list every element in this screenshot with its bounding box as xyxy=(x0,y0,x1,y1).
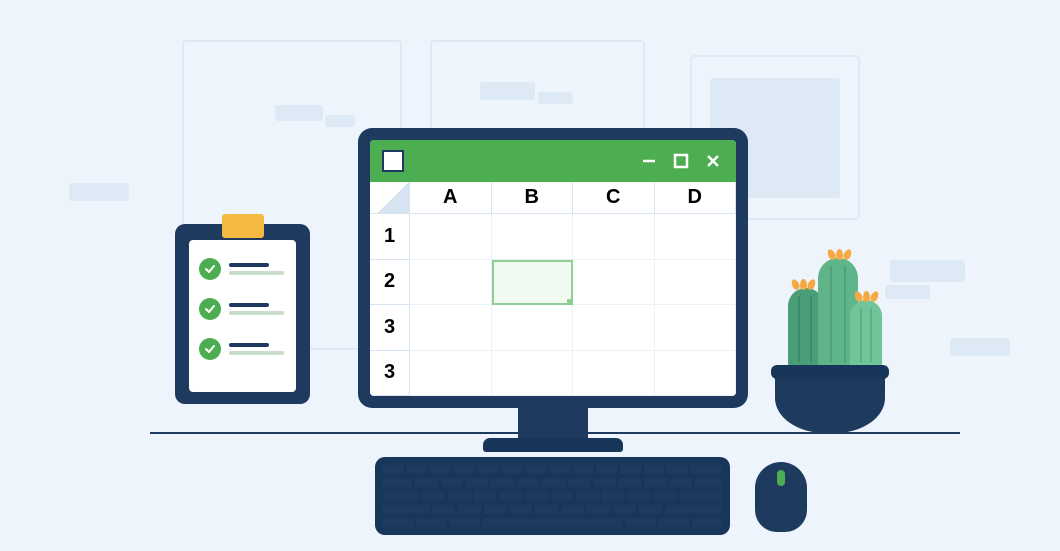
cell-a1[interactable] xyxy=(410,214,492,260)
minimize-button[interactable] xyxy=(638,150,660,172)
spreadsheet-window: A B C D 1 2 3 3 xyxy=(370,140,736,396)
checklist-item xyxy=(199,338,286,360)
cell-d1[interactable] xyxy=(655,214,737,260)
clipboard-paper xyxy=(189,240,296,392)
keyboard xyxy=(375,457,730,535)
maximize-button[interactable] xyxy=(670,150,692,172)
bg-block xyxy=(885,285,930,299)
column-header-b[interactable]: B xyxy=(492,182,574,214)
cell-d4[interactable] xyxy=(655,351,737,397)
cell-a4[interactable] xyxy=(410,351,492,397)
column-header-c[interactable]: C xyxy=(573,182,655,214)
cell-a2[interactable] xyxy=(410,260,492,306)
cactus xyxy=(850,300,882,370)
clipboard-clip xyxy=(222,214,264,238)
cell-c1[interactable] xyxy=(573,214,655,260)
cell-a3[interactable] xyxy=(410,305,492,351)
bg-block xyxy=(275,105,323,121)
cell-b4[interactable] xyxy=(492,351,574,397)
flower-icon xyxy=(792,279,815,290)
cell-d2[interactable] xyxy=(655,260,737,306)
bg-block xyxy=(538,92,573,104)
cell-b3[interactable] xyxy=(492,305,574,351)
cell-c2[interactable] xyxy=(573,260,655,306)
bg-block xyxy=(890,260,965,282)
row-header-1[interactable]: 1 xyxy=(370,214,410,260)
checkmark-icon xyxy=(199,338,221,360)
flower-icon xyxy=(855,291,878,302)
row-header-2[interactable]: 2 xyxy=(370,260,410,306)
clipboard xyxy=(175,224,310,404)
checkmark-icon xyxy=(199,258,221,280)
plant-pot xyxy=(775,365,885,433)
row-header-3[interactable]: 3 xyxy=(370,305,410,351)
column-header-d[interactable]: D xyxy=(655,182,737,214)
app-icon xyxy=(382,150,404,172)
monitor: A B C D 1 2 3 3 xyxy=(358,128,748,408)
cell-b1[interactable] xyxy=(492,214,574,260)
row-header-4[interactable]: 3 xyxy=(370,351,410,397)
column-header-a[interactable]: A xyxy=(410,182,492,214)
cell-c4[interactable] xyxy=(573,351,655,397)
bg-block xyxy=(480,82,535,100)
cell-d3[interactable] xyxy=(655,305,737,351)
spreadsheet-grid: A B C D 1 2 3 3 xyxy=(370,182,736,396)
cell-b2[interactable] xyxy=(492,260,574,306)
bg-block xyxy=(69,183,129,201)
checkmark-icon xyxy=(199,298,221,320)
bg-block xyxy=(950,338,1010,356)
bg-block xyxy=(325,115,355,127)
flower-icon xyxy=(828,249,851,260)
checklist-item xyxy=(199,298,286,320)
mouse xyxy=(755,462,807,532)
cell-c3[interactable] xyxy=(573,305,655,351)
bg-panel xyxy=(430,40,645,135)
window-titlebar xyxy=(370,140,736,182)
monitor-base xyxy=(483,438,623,452)
select-all-corner[interactable] xyxy=(370,182,410,214)
close-button[interactable] xyxy=(702,150,724,172)
checklist-item xyxy=(199,258,286,280)
